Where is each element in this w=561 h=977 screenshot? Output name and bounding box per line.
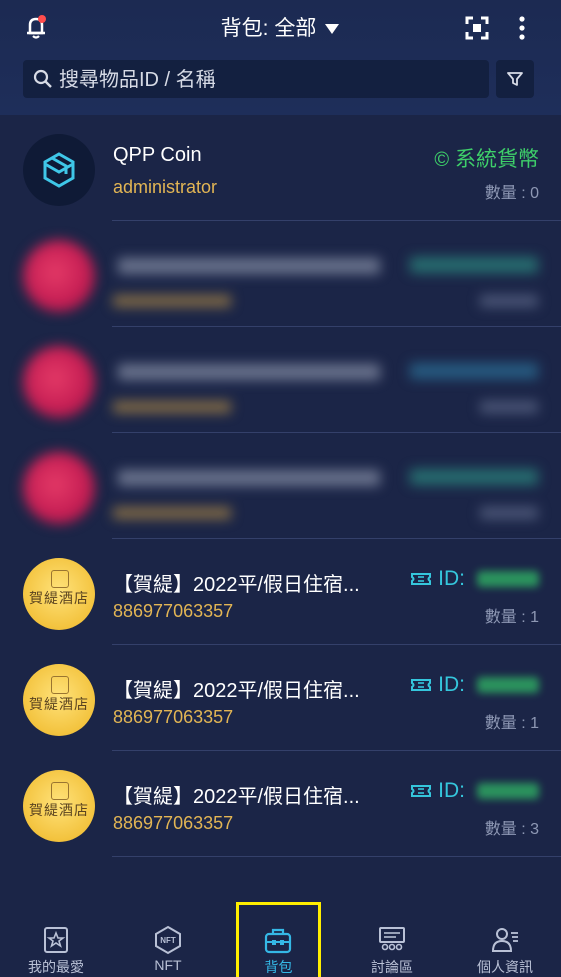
list-item[interactable]: 賀緹酒店 【賀緹】2022平/假日住宿... 886977063357 ID: …: [0, 751, 561, 857]
list-item[interactable]: [0, 327, 561, 433]
item-id-tag: ID:: [410, 673, 539, 697]
hotel-avatar-text: 賀緹酒店: [29, 697, 89, 713]
qpp-logo-icon: [43, 152, 75, 188]
item-owner: 886977063357: [113, 813, 234, 833]
hotel-avatar-text: 賀緹酒店: [29, 803, 89, 819]
hotel-logo-icon: [51, 570, 69, 588]
id-label: ID:: [438, 673, 465, 696]
item-quantity: 數量 : 1: [484, 609, 539, 626]
ticket-icon: [411, 785, 432, 798]
item-name: 【賀緹】2022平/假日住宿...: [113, 680, 360, 702]
tab-profile[interactable]: 個人資訊: [449, 905, 561, 977]
id-label: ID:: [438, 567, 465, 590]
tab-forum[interactable]: 討論區: [336, 905, 448, 977]
top-bar: 背包: 全部: [0, 0, 561, 115]
tab-nft[interactable]: NFT NFT: [112, 905, 224, 977]
favorites-icon: [44, 927, 68, 953]
search-input[interactable]: [57, 60, 481, 100]
tab-label: 背包: [264, 959, 293, 975]
tab-favorites[interactable]: 我的最愛: [0, 905, 112, 977]
item-id-tag: ID:: [410, 567, 539, 591]
hotel-logo-icon: [51, 782, 69, 800]
list-item[interactable]: [0, 221, 561, 327]
system-currency-label: 系統貨幣: [455, 148, 539, 171]
nft-icon: NFT: [155, 925, 181, 955]
blurred-avatar: [23, 346, 95, 418]
list-item[interactable]: 賀緹酒店 【賀緹】2022平/假日住宿... 886977063357 ID: …: [0, 645, 561, 751]
qpp-coin-avatar: [23, 134, 95, 206]
forum-icon: [379, 927, 405, 951]
tab-backpack[interactable]: 背包: [236, 902, 321, 977]
item-id-tag: ID:: [410, 779, 539, 803]
page-title: 背包: 全部: [220, 17, 317, 40]
item-name: 【賀緹】2022平/假日住宿...: [113, 574, 360, 596]
tab-label: 討論區: [371, 959, 413, 975]
blurred-avatar: [23, 240, 95, 312]
item-owner: administrator: [113, 177, 218, 197]
profile-icon: [491, 928, 518, 952]
blurred-id-value: [477, 783, 539, 800]
item-name: QPP Coin: [113, 144, 202, 166]
id-label: ID:: [438, 779, 465, 802]
more-vertical-icon[interactable]: [510, 13, 534, 43]
item-quantity: 數量 : 0: [484, 185, 539, 202]
ticket-icon: [411, 679, 432, 692]
scan-icon[interactable]: [462, 13, 492, 43]
hotel-avatar: 賀緹酒店: [23, 664, 95, 736]
system-currency-tag: © 系統貨幣: [434, 143, 539, 173]
caret-down-icon: [324, 17, 340, 41]
hotel-avatar: 賀緹酒店: [23, 770, 95, 842]
item-owner: 886977063357: [113, 707, 234, 727]
list-item[interactable]: QPP Coin administrator © 系統貨幣 數量 : 0: [0, 115, 561, 221]
search-bar: [23, 60, 489, 100]
filter-icon: [507, 72, 523, 86]
hotel-avatar-text: 賀緹酒店: [29, 591, 89, 607]
bottom-tab-bar: 我的最愛 NFT NFT 背包 討論區 個人資訊: [0, 902, 561, 977]
search-icon: [33, 69, 53, 94]
list-item[interactable]: [0, 433, 561, 539]
filter-button[interactable]: [496, 60, 534, 98]
blurred-avatar: [23, 452, 95, 524]
item-quantity: 數量 : 3: [484, 821, 539, 838]
item-name: 【賀緹】2022平/假日住宿...: [113, 786, 360, 808]
tab-label: 我的最愛: [28, 959, 84, 975]
tab-label: 個人資訊: [477, 959, 533, 975]
item-quantity: 數量 : 1: [484, 715, 539, 732]
blurred-id-value: [477, 677, 539, 694]
hotel-logo-icon: [51, 676, 69, 694]
blurred-id-value: [477, 571, 539, 588]
backpack-icon: [264, 928, 292, 954]
svg-text:NFT: NFT: [160, 936, 176, 945]
copyright-icon: ©: [434, 149, 450, 171]
item-owner: 886977063357: [113, 601, 234, 621]
list-item[interactable]: 賀緹酒店 【賀緹】2022平/假日住宿... 886977063357 ID: …: [0, 539, 561, 645]
ticket-icon: [411, 573, 432, 586]
divider: [112, 856, 561, 857]
tab-label: NFT: [154, 957, 182, 973]
item-list: QPP Coin administrator © 系統貨幣 數量 : 0 賀緹酒…: [0, 115, 561, 857]
hotel-avatar: 賀緹酒店: [23, 558, 95, 630]
